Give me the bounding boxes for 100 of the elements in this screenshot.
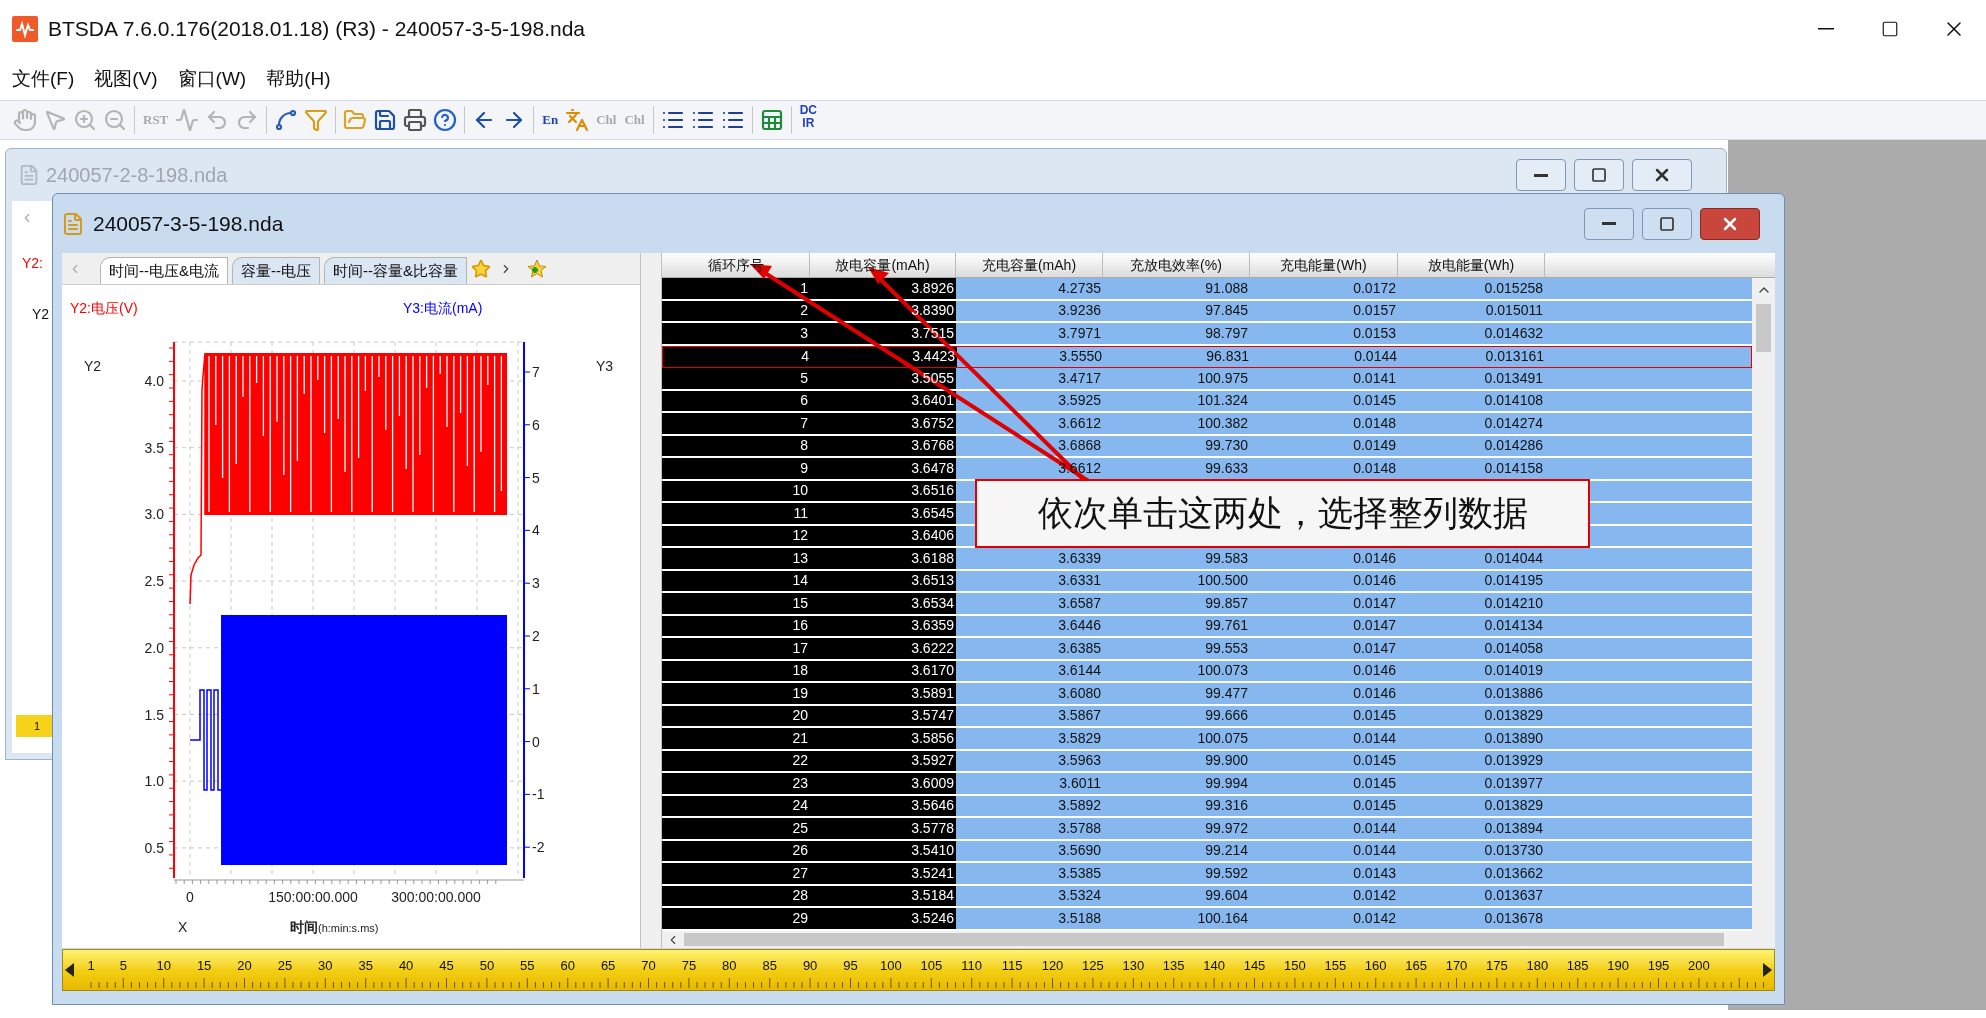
- table-cell-text: 99.316: [1204, 796, 1249, 816]
- table-cell-text: 3.9236: [1057, 301, 1102, 321]
- ruler-label: 90: [802, 957, 818, 975]
- table-cell: 25: [662, 818, 810, 839]
- ruler-label: 25: [277, 957, 293, 975]
- table-cell-text: 3.5829: [1057, 728, 1102, 748]
- table-cell-text: 3.5867: [1057, 706, 1102, 726]
- table-cell: 7: [662, 413, 810, 434]
- axis-title: Y2:: [22, 254, 43, 273]
- ruler-label: 110: [961, 957, 983, 975]
- table-cell-text: 0.013662: [1483, 863, 1544, 883]
- ruler-label: 15: [196, 957, 212, 975]
- table-cell-text: 0.0141: [1352, 368, 1397, 388]
- ruler-label: 75: [681, 957, 697, 975]
- axis-tick-label: 0: [186, 889, 194, 905]
- annotation-tooltip: 依次单击这两处，选择整列数据: [975, 479, 1590, 548]
- axis-tick-label: 2.0: [144, 639, 164, 656]
- table-cell-text: 0.014210: [1483, 593, 1544, 613]
- table-cell-text: 99.857: [1204, 593, 1249, 613]
- table-cell-text: 0.014158: [1483, 458, 1544, 478]
- axis-tick-label: 2: [532, 628, 540, 644]
- table-cell: 3.5856: [810, 728, 956, 749]
- axis-name: Y3: [596, 358, 614, 374]
- table-cell-text: 3.6339: [1057, 548, 1102, 568]
- table-cell-text: 99.214: [1204, 841, 1249, 861]
- table-cell: 3.6406: [810, 525, 956, 546]
- axis-tick-label: 1.0: [144, 773, 164, 790]
- table-cell-text: 99.761: [1204, 616, 1249, 636]
- table-cell-text: 99.994: [1204, 773, 1249, 793]
- table-cell-text: 0.013894: [1483, 818, 1544, 838]
- table-cell: 9: [662, 458, 810, 479]
- table-cell-text: 91.088: [1204, 278, 1249, 298]
- ruler-label: 1: [34, 718, 41, 734]
- table-cell-text: 0.0144: [1352, 818, 1397, 838]
- table-cell: 3.6359: [810, 615, 956, 636]
- table-cell-text: 0.013161: [1484, 347, 1545, 367]
- ruler-label: 200: [1688, 957, 1710, 975]
- axis-tick-label: 300:00:00.000: [391, 889, 481, 905]
- ruler-label: 135: [1162, 957, 1185, 975]
- table-cell-text: 99.633: [1204, 458, 1249, 478]
- ruler-label: 1: [87, 957, 95, 975]
- table-cell: 3.5241: [810, 863, 956, 884]
- ruler-label: 120: [1041, 957, 1064, 975]
- ruler-label: 195: [1647, 957, 1670, 975]
- table-cell-text: 99.592: [1204, 863, 1249, 883]
- table-cell-text: 3.5690: [1057, 841, 1102, 861]
- table-cell-text: 0.013829: [1483, 706, 1544, 726]
- table-cell-text: 0.0144: [1352, 728, 1397, 748]
- table-cell: 24: [662, 795, 810, 816]
- table-cell-text: 99.583: [1204, 548, 1249, 568]
- axis-tick-label: 6: [532, 416, 540, 433]
- table-cell-text: 0.0145: [1352, 751, 1397, 771]
- table-cell-text: 0.0146: [1352, 661, 1397, 681]
- table-cell-text: 0.013977: [1483, 773, 1544, 793]
- table-cell-text: 3.6144: [1057, 661, 1102, 681]
- table-cell-text: 3.5963: [1057, 751, 1102, 771]
- table-cell-text: 3.5324: [1057, 886, 1102, 906]
- table-cell-text: 0.014058: [1483, 638, 1544, 658]
- table-cell: 4: [663, 346, 811, 367]
- table-cell: 3.6009: [810, 773, 956, 794]
- ruler-label: 140: [1203, 957, 1225, 975]
- table-cell-text: 0.013678: [1483, 908, 1544, 928]
- table-cell: 19: [662, 683, 810, 704]
- table-cell-text: 3.5925: [1057, 391, 1102, 411]
- axis-tick-label: 1: [532, 680, 540, 697]
- ruler-label: 80: [722, 957, 737, 975]
- table-cell-text: 0.0172: [1352, 278, 1397, 298]
- table-cell-text: 0.0145: [1352, 773, 1397, 793]
- table-cell-text: 0.014019: [1483, 661, 1544, 681]
- table-cell-text: 0.013730: [1483, 841, 1544, 861]
- table-cell: 5: [662, 368, 810, 389]
- table-cell: 3.5246: [810, 908, 956, 929]
- table-cell: 10: [662, 480, 810, 501]
- table-cell-text: 0.0146: [1352, 571, 1397, 591]
- table-cell-text: 0.0147: [1352, 593, 1397, 613]
- table-cell: 3.6478: [810, 458, 956, 479]
- table-cell-text: 99.900: [1204, 751, 1249, 771]
- table-cell: 3.6170: [810, 660, 956, 681]
- table-cell-text: 0.013829: [1483, 796, 1544, 816]
- axis-tick-label: 3.0: [144, 506, 164, 523]
- ruler-label: 130: [1122, 957, 1145, 975]
- table-cell-text: 0.013886: [1483, 683, 1544, 703]
- table-cell-text: 0.0145: [1352, 391, 1397, 411]
- table-cell: 11: [662, 503, 810, 524]
- ruler-label: 20: [237, 957, 252, 975]
- table-cell-text: 98.797: [1204, 323, 1249, 343]
- window-title: BTSDA 7.6.0.176(2018.01.18) (R3) - 240057-3-5-198.nda: [48, 16, 585, 43]
- table-cell: 14: [662, 570, 810, 591]
- table-cell: 3.5646: [810, 795, 956, 816]
- table-cell: 23: [662, 773, 810, 794]
- axis-name: X: [178, 919, 188, 935]
- axis-tick-label: 7: [532, 364, 540, 380]
- axis-name: Y2: [84, 358, 102, 374]
- table-cell: 21: [662, 728, 810, 749]
- table-cell: 28: [662, 885, 810, 906]
- table-cell-text: 100.075: [1196, 728, 1249, 748]
- table-cell-text: 0.013637: [1483, 886, 1544, 906]
- axis-label: 时间(h:min:s.ms): [290, 919, 379, 935]
- table-cell: 3.6752: [810, 413, 956, 434]
- ruler-label: 10: [156, 957, 171, 975]
